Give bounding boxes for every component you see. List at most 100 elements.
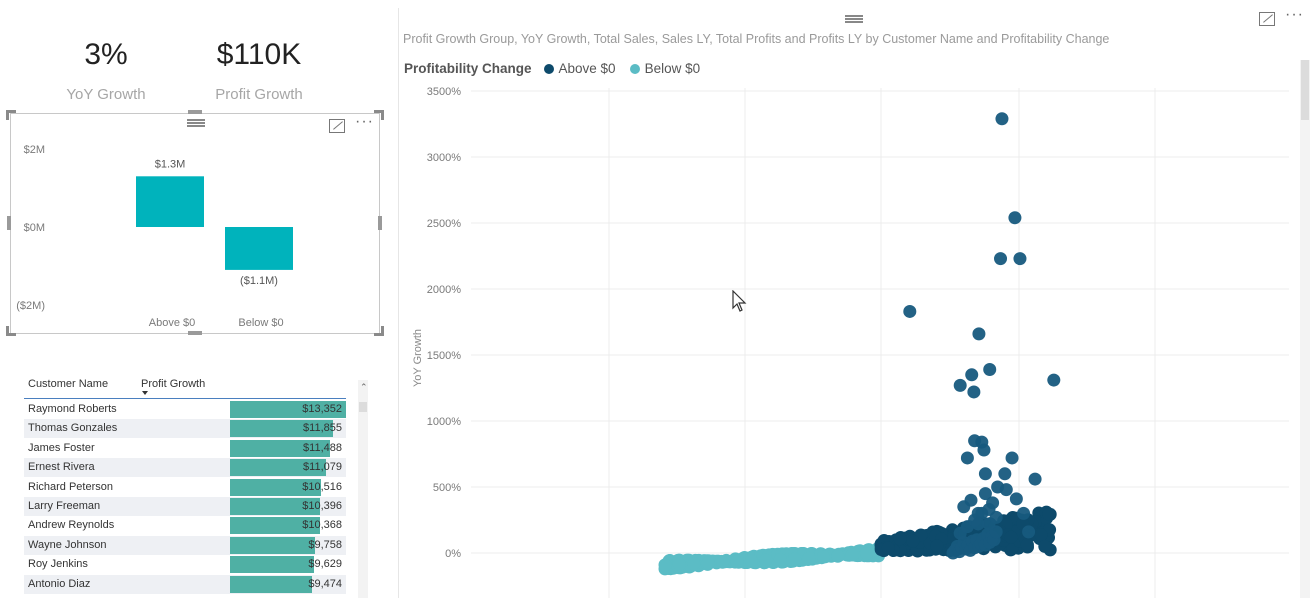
profit-growth-cell: $11,488 — [303, 441, 342, 454]
sort-desc-icon[interactable] — [142, 391, 148, 395]
scrollbar-thumb[interactable] — [359, 402, 367, 412]
customer-name-cell: Richard Peterson — [28, 480, 113, 493]
scatter-point-above — [930, 539, 944, 553]
resize-handle-tl[interactable] — [6, 110, 16, 120]
scatter-point-above — [1009, 492, 1023, 506]
customer-name-cell: Antonio Diaz — [28, 577, 91, 590]
scatter-point-above — [1008, 211, 1022, 225]
column-header-customer-name[interactable]: Customer Name — [28, 378, 108, 390]
profit-growth-cell: $9,474 — [308, 577, 342, 590]
resize-handle-tr[interactable] — [374, 110, 384, 120]
table-row[interactable]: Raymond Roberts $13,352 — [24, 400, 346, 419]
scatter-point-above — [983, 363, 997, 377]
scatter-point-below — [773, 553, 787, 567]
scatter-point-above — [1005, 451, 1019, 465]
customer-name-cell: Thomas Gonzales — [28, 422, 118, 435]
y-tick-label: 2000% — [427, 284, 461, 296]
table-row[interactable]: Antonio Diaz $9,474 — [24, 574, 346, 594]
kpi-value: $110K — [216, 38, 302, 71]
kpi-label: Profit Growth — [215, 86, 303, 103]
customer-name-cell: Andrew Reynolds — [28, 519, 115, 532]
mouse-cursor-icon — [732, 290, 747, 312]
scatter-point-above — [1034, 528, 1048, 542]
y-tick-label: 0% — [445, 548, 461, 560]
yoy-growth-scatter-chart[interactable]: ··· Profit Growth Group, YoY Growth, Tot… — [398, 6, 1316, 598]
scatter-point-above — [906, 534, 920, 548]
y-tick-label: 2500% — [427, 218, 461, 230]
scatter-point-above — [978, 467, 992, 481]
scatter-point-above — [893, 532, 907, 546]
profit-growth-cell: $9,629 — [308, 558, 342, 571]
table-row[interactable]: Andrew Reynolds $10,368 — [24, 516, 346, 536]
column-header-profit-growth[interactable]: Profit Growth — [141, 378, 205, 390]
scatter-point-above — [1028, 472, 1042, 486]
profit-growth-cell: $13,352 — [302, 403, 342, 415]
scatter-point-above — [1004, 530, 1018, 544]
table-row[interactable]: James Foster $11,488 — [24, 438, 346, 458]
y-tick-label: 3500% — [427, 86, 461, 98]
data-label: ($1.1M) — [240, 275, 278, 287]
table-row[interactable]: Wayne Johnson $9,758 — [24, 535, 346, 555]
resize-handle-bottom[interactable] — [188, 331, 202, 335]
bar-below — [225, 227, 293, 270]
header-underline — [24, 398, 346, 399]
scatter-point-above — [1038, 539, 1052, 553]
resize-handle-right[interactable] — [378, 216, 382, 230]
scatter-point-below — [860, 547, 874, 561]
table-row[interactable]: Ernest Rivera $11,079 — [24, 458, 346, 478]
profit-databar — [230, 575, 312, 593]
kpi-yoy-growth[interactable]: 3% YoY Growth — [36, 38, 176, 103]
scatter-point-below — [802, 551, 816, 565]
y-tick-label: 1000% — [427, 416, 461, 428]
customer-name-cell: Wayne Johnson — [28, 538, 107, 551]
resize-handle-top[interactable] — [188, 110, 202, 114]
profit-change-bar-chart[interactable]: ··· $2M $0M ($2M) $1.3M Above $0 ($1.1M) Below… — [10, 113, 380, 334]
customer-profit-table[interactable]: Customer Name Profit Growth Raymond Robe… — [24, 372, 370, 598]
scatter-point-below — [687, 557, 701, 571]
customer-name-cell: Ernest Rivera — [28, 461, 95, 474]
scatter-point-above — [965, 368, 979, 382]
resize-handle-bl[interactable] — [6, 326, 16, 336]
bar-chart-plot: $2M $0M ($2M) $1.3M Above $0 ($1.1M) Below $0 — [16, 144, 293, 329]
profit-growth-cell: $11,855 — [303, 422, 342, 435]
scatter-point-below — [701, 556, 715, 570]
y-tick-label: 3000% — [427, 152, 461, 164]
kpi-profit-growth[interactable]: $110K Profit Growth — [189, 38, 329, 103]
scatter-point-above — [1017, 506, 1031, 520]
scatter-point-below — [816, 550, 830, 564]
scatter-point-above — [953, 378, 967, 392]
scatter-point-above — [998, 467, 1012, 481]
scrollbar-thumb[interactable] — [1301, 60, 1309, 120]
y-tick-label: ($2M) — [16, 300, 45, 312]
scatter-point-below — [658, 558, 672, 572]
table-row[interactable]: Roy Jenkins $9,629 — [24, 555, 346, 575]
scatter-point-below — [831, 549, 845, 563]
scatter-point-below — [845, 548, 859, 562]
resize-handle-br[interactable] — [374, 326, 384, 336]
kpi-value: 3% — [84, 38, 128, 71]
scatter-point-above — [968, 434, 982, 448]
resize-handle-left[interactable] — [7, 216, 11, 230]
scatter-point-above — [881, 541, 895, 555]
scatter-point-above — [994, 252, 1008, 266]
y-tick-label: $2M — [24, 144, 45, 156]
customer-name-cell: Roy Jenkins — [28, 558, 88, 571]
scatter-point-below — [716, 555, 730, 569]
scatter-point-above — [1020, 538, 1034, 552]
table-scrollbar[interactable]: ⌃ — [358, 380, 368, 598]
customer-name-cell: Raymond Roberts — [28, 403, 117, 415]
scroll-up-icon[interactable]: ⌃ — [360, 382, 368, 393]
scatter-point-above — [995, 112, 1009, 126]
table-row[interactable]: Richard Peterson $10,516 — [24, 477, 346, 497]
scatter-point-above — [903, 304, 917, 318]
y-tick-label: $0M — [24, 222, 45, 234]
chart-scrollbar[interactable] — [1300, 60, 1310, 598]
table-row[interactable]: Larry Freeman $10,396 — [24, 497, 346, 516]
scatter-point-above — [960, 451, 974, 465]
scatter-point-above — [1042, 507, 1056, 521]
scatter-point-above — [1022, 525, 1036, 539]
profit-databar — [230, 536, 315, 554]
table-row[interactable]: Thomas Gonzales $11,855 — [24, 419, 346, 439]
profit-growth-cell: $10,516 — [302, 480, 342, 493]
profit-growth-cell: $10,368 — [302, 519, 342, 532]
